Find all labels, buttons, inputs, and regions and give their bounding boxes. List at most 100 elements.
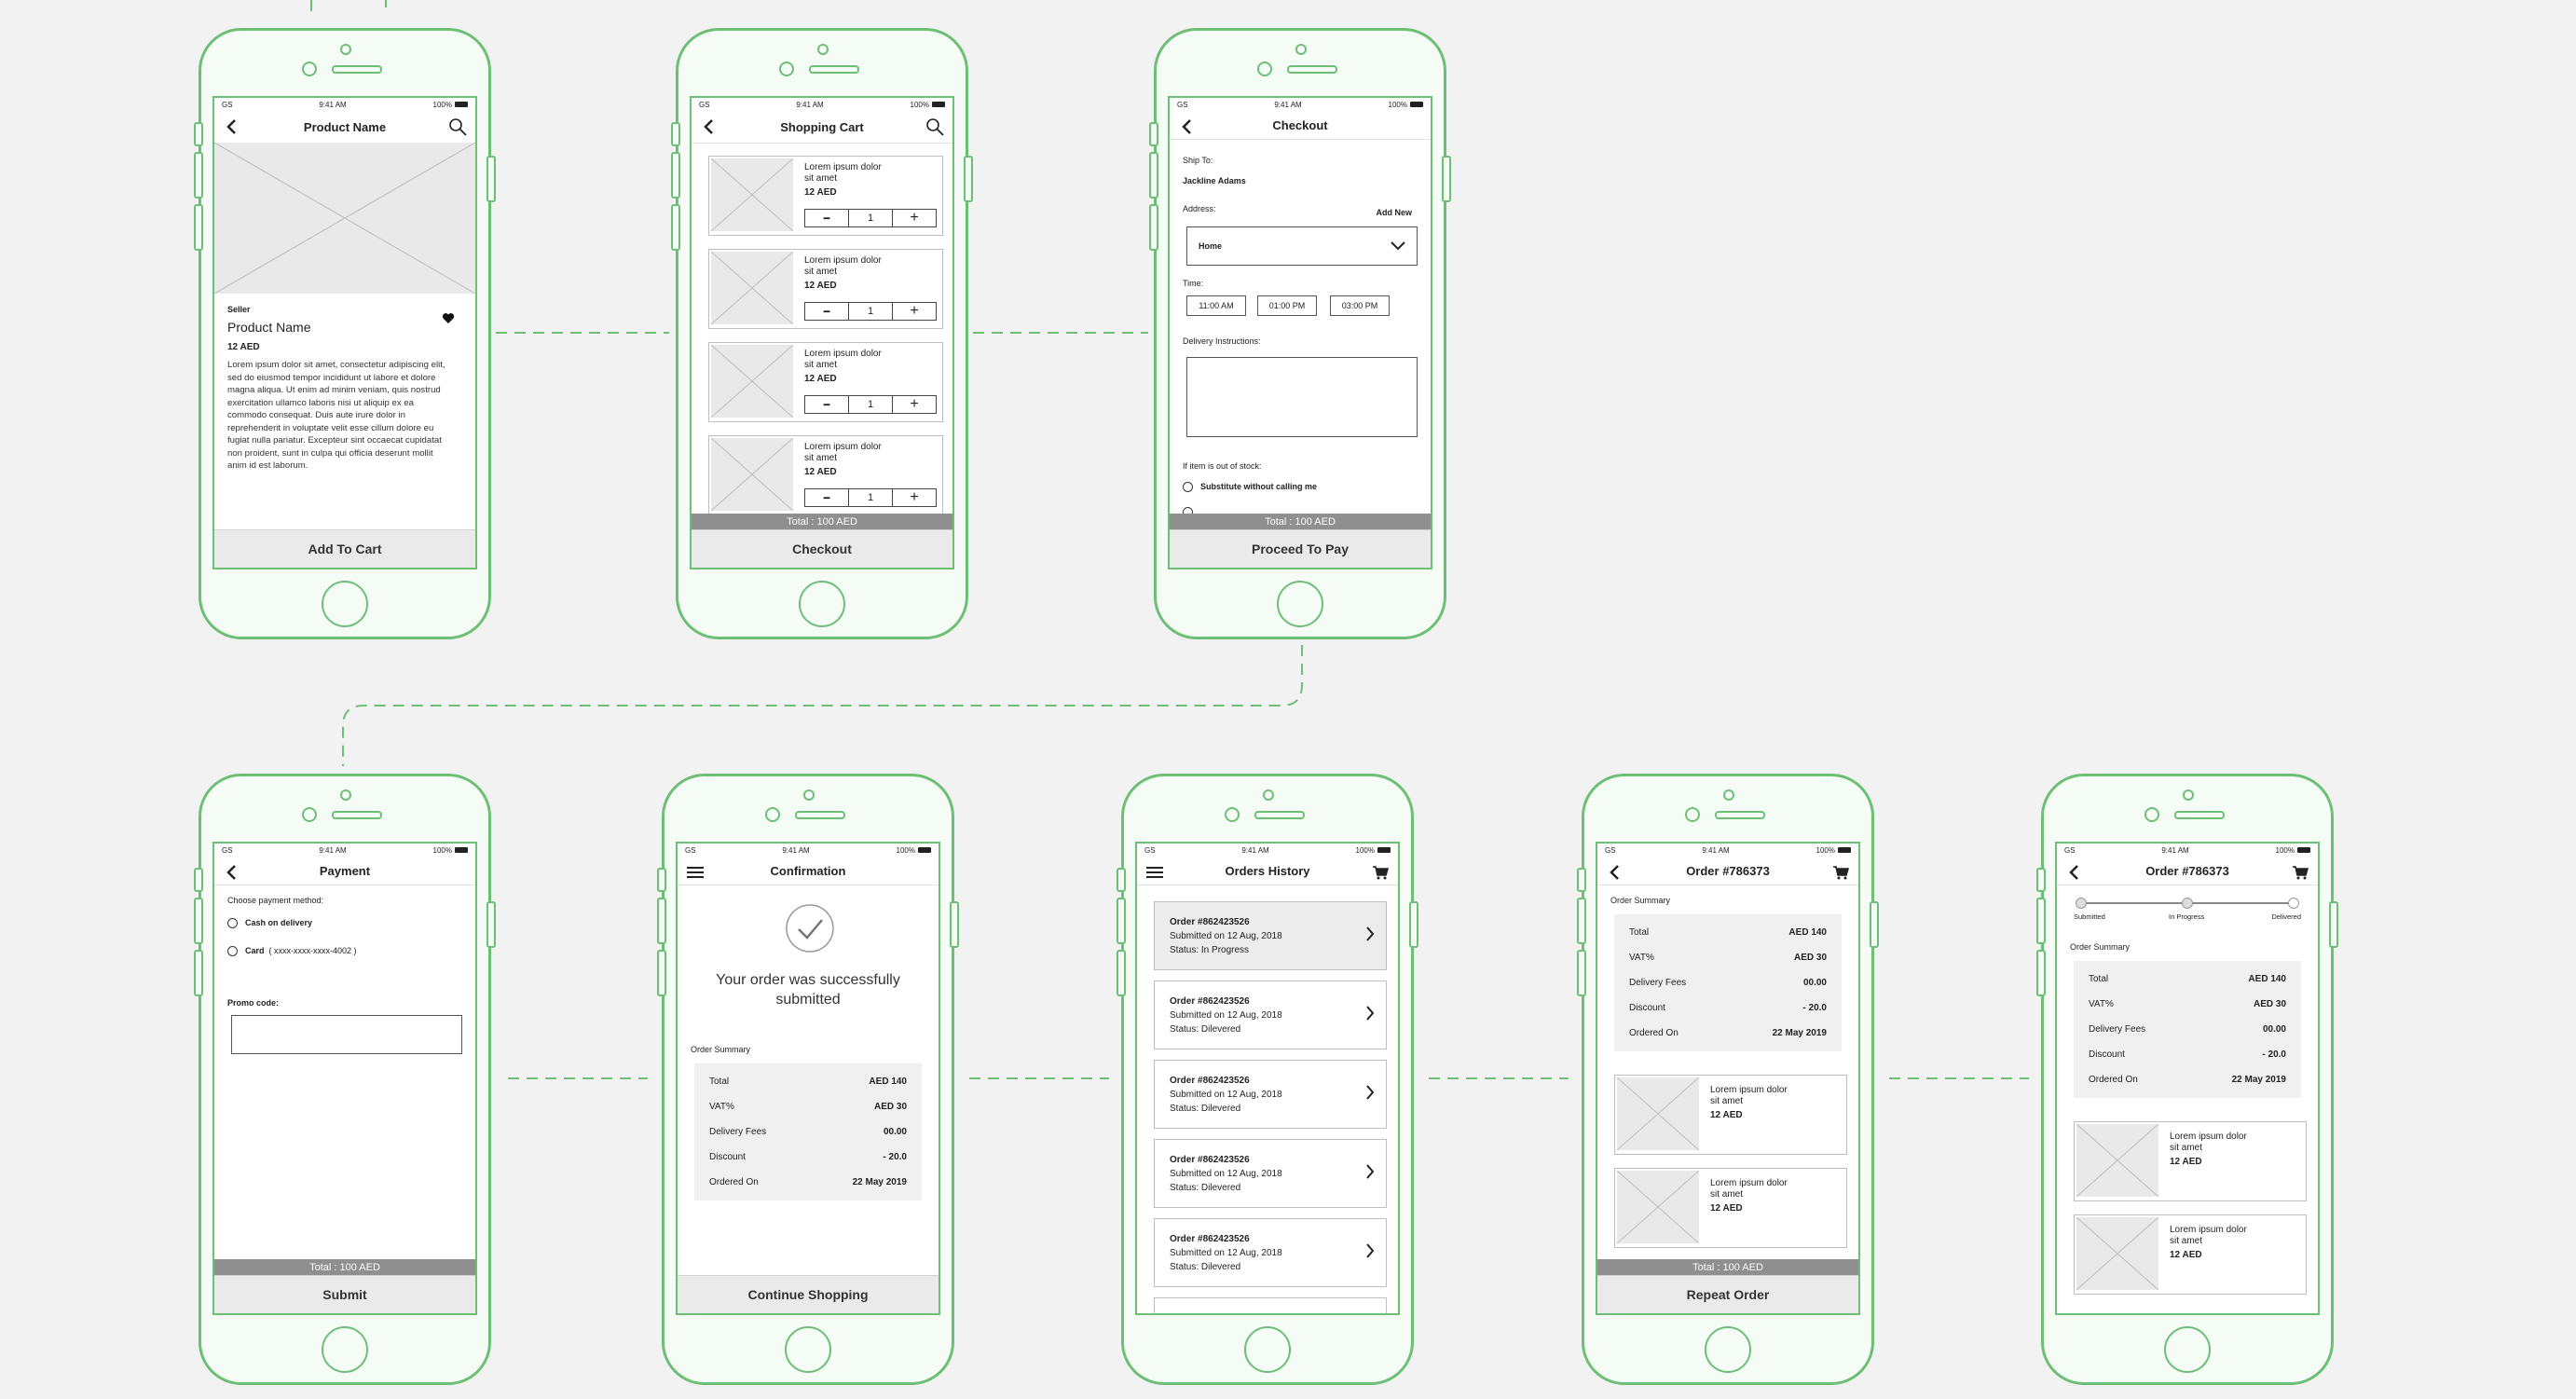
plus-icon[interactable]: + — [892, 489, 936, 506]
add-to-cart-button[interactable]: Add To Cart — [214, 529, 475, 568]
proceed-to-pay-button[interactable]: Proceed To Pay — [1170, 529, 1431, 568]
home-button — [1705, 1326, 1751, 1373]
home-button — [1244, 1326, 1291, 1373]
plus-icon[interactable]: + — [892, 396, 936, 413]
order-card[interactable]: Order #862423526 Submitted on 12 Aug, 201… — [1154, 901, 1387, 970]
cash-option[interactable]: Cash on delivery — [227, 918, 312, 929]
step-dot — [2076, 898, 2087, 909]
back-icon[interactable] — [222, 117, 242, 137]
address-label: Address: — [1183, 204, 1216, 213]
order-item: Lorem ipsum dolor sit amet 12 AED — [2074, 1214, 2307, 1295]
order-card[interactable]: Order #862423526 — [1154, 1297, 1387, 1313]
back-icon[interactable] — [1177, 117, 1198, 137]
time-slot[interactable]: 01:00 PM — [1257, 295, 1317, 316]
repeat-order-button[interactable]: Repeat Order — [1597, 1275, 1858, 1313]
item-price: 12 AED — [804, 467, 837, 477]
check-circle-icon — [785, 903, 835, 958]
order-detail-screen: GS 9:41 AM 100% Order #786373 Order Summar… — [1596, 842, 1860, 1315]
order-card[interactable]: Order #862423526 Submitted on 12 Aug, 201… — [1154, 1060, 1387, 1129]
substitute-option[interactable]: Substitute without calling me — [1183, 482, 1317, 493]
back-icon[interactable] — [1605, 862, 1625, 883]
nav-bar: Payment — [214, 857, 475, 885]
minus-icon[interactable]: ━ — [805, 303, 848, 320]
item-image — [711, 345, 793, 418]
order-item: Lorem ipsum dolor sit amet 12 AED — [1614, 1168, 1847, 1248]
quantity-value: 1 — [848, 210, 892, 226]
home-button — [799, 581, 845, 627]
home-button — [785, 1326, 831, 1373]
heart-icon[interactable] — [442, 312, 455, 329]
card-option[interactable]: Card ( xxxx-xxxx-xxxx-4002 ) — [227, 946, 357, 957]
status-bar: GS 9:41 AM 100% — [1137, 844, 1398, 857]
item-title: Lorem ipsum dolor — [804, 162, 882, 172]
radio-icon — [1183, 482, 1193, 493]
back-icon[interactable] — [2064, 862, 2085, 883]
time-label: Time: — [1183, 279, 1204, 288]
item-image — [1617, 1171, 1699, 1243]
item-title: Lorem ipsum dolor — [804, 349, 882, 359]
chevron-right-icon — [1365, 926, 1375, 946]
cart-icon[interactable] — [1830, 862, 1851, 883]
payment-screen: GS 9:41 AM 100% Payment Choose payment met… — [212, 842, 477, 1315]
nav-bar: Product Name — [214, 111, 475, 144]
order-item: Lorem ipsum dolor sit amet 12 AED — [2074, 1121, 2307, 1201]
phone-confirmation: GS 9:41 AM 100% Confirmation Your order wa… — [657, 774, 959, 1385]
minus-icon[interactable]: ━ — [805, 210, 848, 226]
cart-item: Lorem ipsum dolor sit amet 12 AED ━ 1 + — [708, 435, 943, 515]
submit-button[interactable]: Submit — [214, 1275, 475, 1313]
total-bar: Total : 100 AED — [1170, 514, 1431, 530]
page-title: Checkout — [1272, 117, 1328, 132]
item-image — [711, 438, 793, 511]
product-image — [214, 143, 475, 294]
menu-icon[interactable] — [685, 862, 706, 883]
order-item: Lorem ipsum dolor sit amet 12 AED — [1614, 1075, 1847, 1155]
quantity-stepper[interactable]: ━ 1 + — [804, 395, 937, 414]
order-card[interactable]: Order #862423526 Submitted on 12 Aug, 201… — [1154, 981, 1387, 1049]
plus-icon[interactable]: + — [892, 303, 936, 320]
continue-shopping-button[interactable]: Continue Shopping — [678, 1275, 939, 1313]
cart-icon[interactable] — [2290, 862, 2310, 883]
status-bar: GS 9:41 AM 100% — [1597, 844, 1858, 857]
item-image — [711, 158, 793, 231]
back-icon[interactable] — [699, 117, 719, 137]
checkout-button[interactable]: Checkout — [692, 529, 952, 568]
quantity-stepper[interactable]: ━ 1 + — [804, 209, 937, 227]
time-slot[interactable]: 11:00 AM — [1186, 295, 1246, 316]
minus-icon[interactable]: ━ — [805, 489, 848, 506]
product-name: Product Name — [227, 320, 311, 335]
plus-icon[interactable]: + — [892, 210, 936, 226]
search-icon[interactable] — [925, 117, 945, 137]
step-dot — [2288, 898, 2299, 909]
page-title: Product Name — [303, 119, 387, 134]
step-label: In Progress — [2169, 912, 2205, 921]
item-title: Lorem ipsum dolor — [804, 442, 882, 452]
quantity-stepper[interactable]: ━ 1 + — [804, 488, 937, 507]
step-label: Delivered — [2271, 912, 2301, 921]
order-summary-label: Order Summary — [691, 1045, 751, 1054]
menu-icon[interactable] — [1144, 862, 1165, 883]
time-slot[interactable]: 03:00 PM — [1330, 295, 1390, 316]
chevron-right-icon — [1365, 1164, 1375, 1184]
status-bar: GS 9:41 AM 100% — [214, 844, 475, 857]
nav-bar: Orders History — [1137, 857, 1398, 885]
ship-to-name: Jackline Adams — [1183, 176, 1246, 185]
item-image — [1617, 1077, 1699, 1150]
home-button — [2164, 1326, 2211, 1373]
order-card[interactable]: Order #862423526 Submitted on 12 Aug, 201… — [1154, 1218, 1387, 1287]
back-icon[interactable] — [222, 862, 242, 883]
promo-code-input[interactable] — [231, 1015, 462, 1054]
cart-icon[interactable] — [1370, 862, 1391, 883]
page-title: Payment — [319, 863, 371, 878]
item-price: 12 AED — [804, 187, 837, 198]
minus-icon[interactable]: ━ — [805, 396, 848, 413]
quantity-stepper[interactable]: ━ 1 + — [804, 302, 937, 321]
success-message: Your order was successfully submitted — [716, 972, 900, 1008]
item-price: 12 AED — [804, 374, 837, 384]
order-card[interactable]: Order #862423526 Submitted on 12 Aug, 201… — [1154, 1139, 1387, 1208]
search-icon[interactable] — [447, 117, 468, 137]
order-summary: Total AED 140 VAT% AED 30 Delivery Fees 00.… — [1614, 914, 1842, 1051]
item-title: Lorem ipsum dolor — [804, 255, 882, 266]
instructions-textarea[interactable] — [1186, 357, 1418, 437]
add-new-link[interactable]: Add New — [1376, 208, 1412, 217]
address-select[interactable]: Home — [1186, 226, 1418, 266]
